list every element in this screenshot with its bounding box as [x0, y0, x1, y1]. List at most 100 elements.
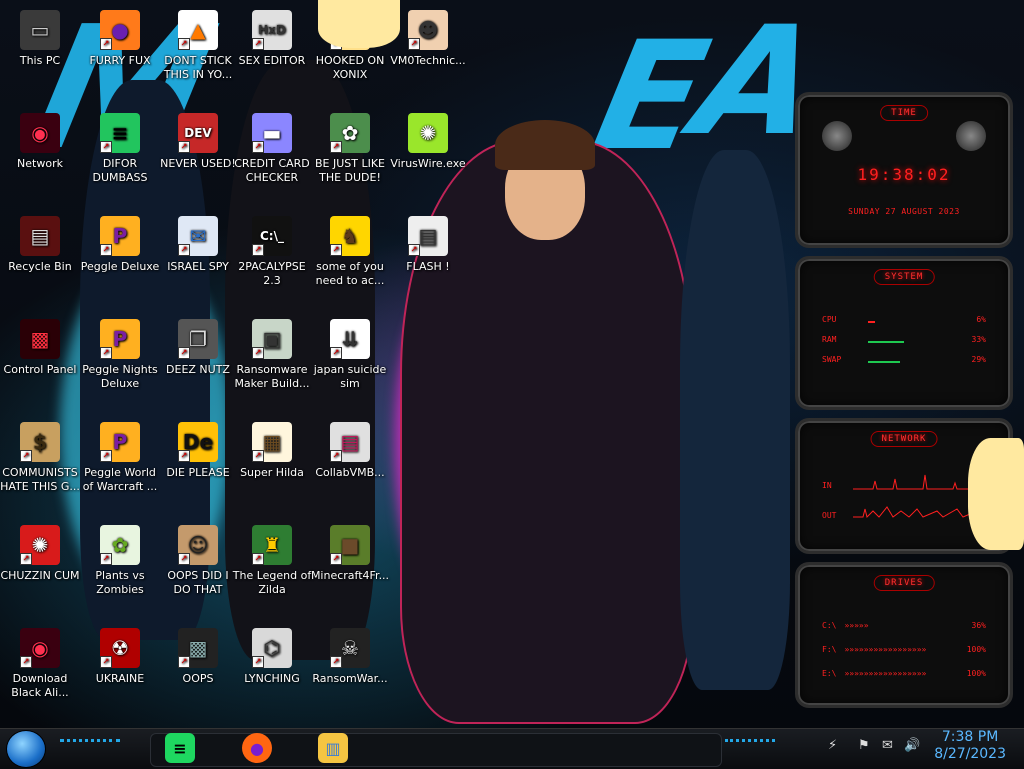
spotify-icon[interactable]: ≡ [165, 733, 195, 763]
desktop-icon[interactable]: ☠ ↗ RansomWar... [310, 628, 390, 686]
message-icon[interactable]: ✉ [882, 738, 893, 753]
drives-gadget[interactable]: DRIVES C:\ »»»»» 36% F:\ »»»»»»»»»»»»»»»»» 10… [795, 562, 1013, 708]
desktop-icon[interactable]: C:\_ ↗ 2PACALYPSE 2.3 [232, 216, 312, 288]
desktop-icon[interactable]: ✺ ↗ CHUZZIN CUM [0, 525, 80, 583]
power-icon[interactable]: ⚡ [828, 738, 837, 753]
desktop-icon[interactable]: HxD ↗ SEX EDITOR [232, 10, 312, 68]
desktop-icon[interactable]: ✺ VirusWire.exe [388, 113, 468, 171]
desktop-icon[interactable]: ✿ ↗ BE JUST LIKE THE DUDE! [310, 113, 390, 185]
desktop-icon-image: ◉ [20, 113, 60, 153]
desktop-icon-label: UKRAINE [95, 672, 145, 685]
desktop-icon-image: ☠ ↗ [330, 628, 370, 668]
shortcut-arrow-icon: ↗ [100, 347, 112, 359]
desktop-icon-image: ▩ [20, 319, 60, 359]
start-button[interactable] [6, 730, 46, 768]
desktop-icon[interactable]: $ ↗ COMMUNISTS HATE THIS G... [0, 422, 80, 494]
shortcut-arrow-icon: ↗ [252, 656, 264, 668]
desktop-icon-image: ✉ ↗ [178, 216, 218, 256]
character-sticker [968, 438, 1024, 550]
file-explorer-icon[interactable]: ▥ [318, 733, 348, 763]
desktop-icon-image: ⌬ ↗ [252, 628, 292, 668]
shortcut-arrow-icon: ↗ [408, 244, 420, 256]
desktop-icon[interactable]: ♜ ↗ The Legend of Zilda [232, 525, 312, 597]
desktop-icon-image: ❐ ↗ [178, 319, 218, 359]
desktop-icon[interactable]: ✉ ↗ ISRAEL SPY [158, 216, 238, 274]
desktop-icon[interactable]: ▲ ↗ DONT STICK THIS IN YO... [158, 10, 238, 82]
desktop-icon[interactable]: ▩ ↗ OOPS [158, 628, 238, 686]
shortcut-arrow-icon: ↗ [20, 656, 32, 668]
shortcut-arrow-icon: ↗ [178, 450, 190, 462]
shortcut-arrow-icon: ↗ [330, 244, 342, 256]
desktop-icon[interactable]: ▩ Control Panel [0, 319, 80, 377]
network-gadget-title: NETWORK [870, 431, 938, 447]
time-gadget-title: TIME [880, 105, 928, 121]
desktop-icon[interactable]: ● ↗ FURRY FUX [80, 10, 160, 68]
desktop-icon-label: CHUZZIN CUM [0, 569, 80, 582]
desktop-icon[interactable]: ☺ ↗ OOPS DID I DO THAT [158, 525, 238, 597]
desktop-icon[interactable]: ▤ ↗ CollabVMB... [310, 422, 390, 480]
desktop-icon[interactable]: ▤ Recycle Bin [0, 216, 80, 274]
alien-icon [956, 121, 986, 151]
gadget-panel: TIME 19:38:02 SUNDAY 27 AUGUST 2023 SYST… [795, 92, 1013, 716]
flag-icon[interactable]: ⚑ [858, 738, 870, 753]
shortcut-arrow-icon: ↗ [178, 141, 190, 153]
desktop-icon-image: HxD ↗ [252, 10, 292, 50]
desktop-icon[interactable]: DEV ↗ NEVER USED! [158, 113, 238, 171]
desktop-icon[interactable]: P ↗ Peggle Nights Deluxe [80, 319, 160, 391]
wallpaper-hair [495, 120, 595, 170]
desktop-icon-label: SEX EDITOR [238, 54, 306, 67]
desktop-icon[interactable]: De ↗ DIE PLEASE [158, 422, 238, 480]
desktop-icon-label: Download Black Ali... [11, 672, 69, 699]
desktop-icon-label: VM0Technic... [390, 54, 466, 67]
desktop-icon[interactable]: ◉ Network [0, 113, 80, 171]
desktop-icon[interactable]: P ↗ Peggle World of Warcraft ... [80, 422, 160, 494]
volume-icon[interactable]: 🔊 [904, 738, 920, 753]
desktop-icon[interactable]: ▭ This PC [0, 10, 80, 68]
desktop-icon[interactable]: ▦ ↗ Super Hilda [232, 422, 312, 480]
desktop-icon-label: The Legend of Zilda [232, 569, 312, 596]
desktop-icon[interactable]: ❐ ↗ DEEZ NUTZ [158, 319, 238, 377]
desktop-icon-label: Control Panel [3, 363, 77, 376]
desktop-icon[interactable]: ✿ ↗ Plants vs Zombies [80, 525, 160, 597]
shortcut-arrow-icon: ↗ [20, 450, 32, 462]
desktop-icon-image: ▣ ↗ [252, 319, 292, 359]
desktop-icon[interactable]: ≡ ↗ DIFOR DUMBASS [80, 113, 160, 185]
desktop-icon-label: Network [17, 157, 63, 170]
system-row-label: RAM [822, 335, 837, 344]
desktop-icon[interactable]: ◉ ↗ Download Black Ali... [0, 628, 80, 700]
desktop-icon-label: Super Hilda [240, 466, 304, 479]
desktop-icon-image: ✿ ↗ [100, 525, 140, 565]
desktop-icon-image: De ↗ [178, 422, 218, 462]
desktop-icon[interactable]: ▬ ↗ CREDIT CARD CHECKER [232, 113, 312, 185]
shortcut-arrow-icon: ↗ [100, 553, 112, 565]
desktop-icon[interactable]: ☢ ↗ UKRAINE [80, 628, 160, 686]
shortcut-arrow-icon: ↗ [252, 38, 264, 50]
desktop-icon[interactable]: ☻ ↗ VM0Technic... [388, 10, 468, 68]
system-row: SWAP 29% [822, 355, 986, 364]
desktop-icon[interactable]: ▤ ↗ FLASH ! [388, 216, 468, 274]
drive-value: 36% [971, 621, 986, 630]
desktop-icon-label: CollabVMB... [315, 466, 385, 479]
desktop-icon[interactable]: ♞ ↗ some of you need to ac... [310, 216, 390, 288]
desktop-icon[interactable]: ⌬ ↗ LYNCHING [232, 628, 312, 686]
desktop-icon[interactable]: ■ ↗ Minecraft4Fr... [310, 525, 390, 583]
desktop-icon-label: some of you need to ac... [315, 260, 385, 287]
drive-value: 100% [966, 645, 986, 654]
system-gadget[interactable]: SYSTEM CPU 6% RAM 33% SWAP 29% [795, 256, 1013, 410]
firefox-icon[interactable]: ● [242, 733, 272, 763]
clock-time: 7:38 PM [941, 729, 999, 745]
desktop-icon[interactable]: ▣ ↗ Ransomware Maker Build... [232, 319, 312, 391]
desktop-icon-image: ✿ ↗ [330, 113, 370, 153]
taskbar-band [150, 733, 722, 767]
shortcut-arrow-icon: ↗ [252, 347, 264, 359]
gadget-clock: 19:38:02 [857, 165, 951, 184]
taskbar-clock[interactable]: 7:38 PM 8/27/2023 [934, 729, 1006, 763]
time-gadget[interactable]: TIME 19:38:02 SUNDAY 27 AUGUST 2023 [795, 92, 1013, 248]
desktop-icon[interactable]: P ↗ Peggle Deluxe [80, 216, 160, 274]
desktop-icon-image: ≡ ↗ [100, 113, 140, 153]
desktop-icon[interactable]: ⇊ ↗ japan suicide sim [310, 319, 390, 391]
drive-row: E:\ »»»»»»»»»»»»»»»»» 100% [822, 669, 986, 678]
desktop-icon-label: BE JUST LIKE THE DUDE! [314, 157, 386, 184]
drive-usage-arrows: »»»»» [844, 621, 869, 630]
shortcut-arrow-icon: ↗ [252, 244, 264, 256]
